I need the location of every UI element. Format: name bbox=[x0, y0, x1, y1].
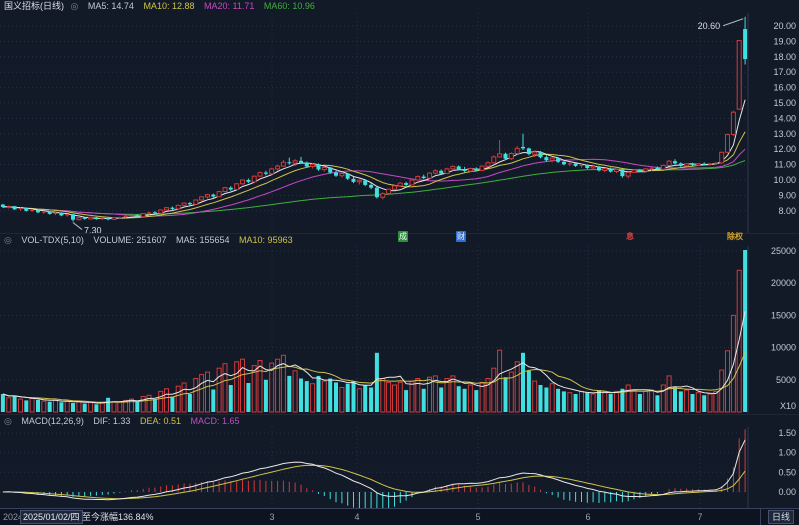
svg-text:17.00: 17.00 bbox=[773, 67, 796, 77]
event-marker-cheng[interactable]: 成 bbox=[398, 231, 408, 242]
svg-text:15.00: 15.00 bbox=[773, 98, 796, 108]
event-marker-cai[interactable]: 财 bbox=[456, 231, 466, 242]
macd-value: MACD: 1.65 bbox=[190, 416, 240, 426]
ma-lines bbox=[2, 99, 746, 220]
macd-indicator-name: MACD(12,26,9) bbox=[21, 416, 84, 426]
month-tick-6: 6 bbox=[585, 512, 591, 522]
svg-text:5000: 5000 bbox=[776, 375, 796, 385]
svg-text:20.00: 20.00 bbox=[773, 21, 796, 31]
month-tick-7: 7 bbox=[697, 512, 703, 522]
candles bbox=[0, 16, 748, 222]
volume-unit-label: X10 bbox=[780, 401, 796, 411]
svg-text:18.00: 18.00 bbox=[773, 52, 796, 62]
svg-text:12.00: 12.00 bbox=[773, 144, 796, 154]
macd-chart[interactable]: 0.00 0.50 1.00 1.50 bbox=[0, 427, 799, 508]
volume-bars bbox=[0, 250, 748, 413]
settings-icon[interactable]: ◎ bbox=[71, 0, 79, 13]
svg-text:19.00: 19.00 bbox=[773, 36, 796, 46]
svg-text:10.00: 10.00 bbox=[773, 175, 796, 185]
gain-since-label: 至今涨幅136.84% bbox=[82, 512, 154, 522]
volume-indicator-name: VOL-TDX(5,10) bbox=[21, 235, 84, 245]
volume-ma10-value: MA10: 95963 bbox=[239, 235, 293, 245]
svg-text:0.00: 0.00 bbox=[778, 487, 796, 497]
period-selector[interactable]: 日线 bbox=[768, 510, 795, 524]
svg-text:0.50: 0.50 bbox=[778, 467, 796, 477]
high-annotation: 20.60 bbox=[698, 18, 744, 31]
dea-value: DEA: 0.51 bbox=[139, 416, 181, 426]
svg-text:10000: 10000 bbox=[771, 343, 796, 353]
low-annotation: 7.30 bbox=[72, 222, 102, 233]
svg-text:1.00: 1.00 bbox=[778, 448, 796, 458]
svg-text:20.60: 20.60 bbox=[698, 21, 721, 31]
volume-value: VOLUME: 251607 bbox=[93, 235, 167, 245]
candlestick-chart[interactable]: 8.00 9.00 10.00 11.00 12.00 13.00 14.00 15.00 16… bbox=[0, 13, 799, 233]
month-tick-4: 4 bbox=[354, 512, 360, 522]
svg-text:16.00: 16.00 bbox=[773, 83, 796, 93]
ma10-value: MA10: 12.88 bbox=[143, 1, 195, 11]
month-tick-5: 5 bbox=[475, 512, 481, 522]
svg-text:1.50: 1.50 bbox=[778, 428, 796, 438]
price-panel-header: 国义招标(日线) ◎ MA5: 14.74 MA10: 12.88 MA20: … bbox=[0, 0, 799, 13]
svg-text:13.00: 13.00 bbox=[773, 129, 796, 139]
dif-value: DIF: 1.33 bbox=[93, 416, 131, 426]
selected-date[interactable]: 2025/01/02/四 bbox=[20, 510, 83, 524]
stock-chart-app: 国义招标(日线) ◎ MA5: 14.74 MA10: 12.88 MA20: … bbox=[0, 0, 799, 525]
event-marker-xi[interactable]: 息 bbox=[625, 231, 635, 242]
svg-text:11.00: 11.00 bbox=[774, 160, 796, 170]
statusbar-divider bbox=[760, 509, 761, 525]
svg-text:25000: 25000 bbox=[771, 246, 796, 256]
svg-text:15000: 15000 bbox=[771, 310, 796, 320]
svg-text:14.00: 14.00 bbox=[773, 113, 796, 123]
ma60-value: MA60: 10.96 bbox=[263, 1, 315, 11]
month-tick-3: 3 bbox=[269, 512, 275, 522]
svg-text:8.00: 8.00 bbox=[778, 206, 796, 216]
ma20-value: MA20: 11.71 bbox=[204, 1, 255, 11]
status-bar: 2024 2025/01/02/四 至今涨幅136.84% 34567 日线 bbox=[0, 508, 799, 525]
ma5-value: MA5: 14.74 bbox=[87, 1, 134, 11]
svg-text:7.30: 7.30 bbox=[84, 226, 102, 233]
svg-text:20000: 20000 bbox=[771, 278, 796, 288]
volume-chart[interactable]: 5000 10000 15000 20000 25000 X10 bbox=[0, 246, 799, 413]
svg-text:9.00: 9.00 bbox=[778, 190, 796, 200]
volume-ma5-value: MA5: 155654 bbox=[175, 235, 230, 245]
macd-panel-header: ◎ MACD(12,26,9) DIF: 1.33 DEA: 0.51 MACD… bbox=[0, 414, 799, 427]
stock-title[interactable]: 国义招标(日线) bbox=[4, 1, 64, 11]
event-marker-exright[interactable]: 除权 bbox=[726, 231, 744, 242]
